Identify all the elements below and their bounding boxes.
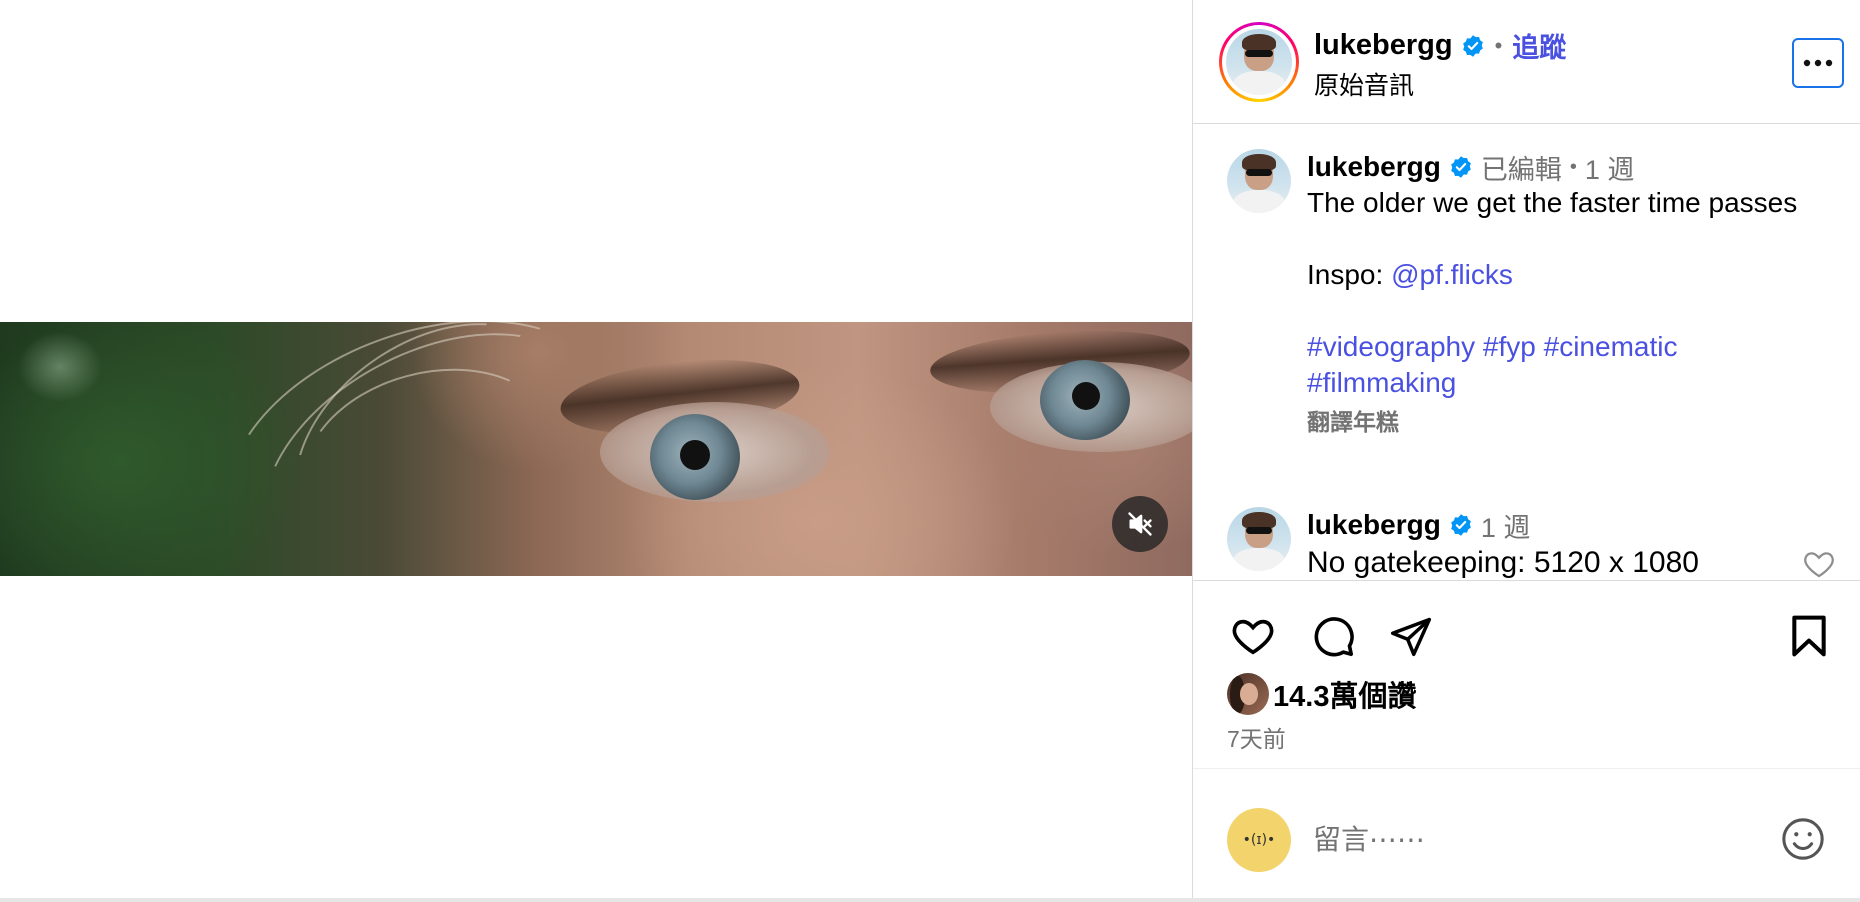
post-side-panel: lukebergg • 追蹤 原始音訊 lukebergg 已編輯 • 1 週 …: [1193, 0, 1860, 902]
hashtag-link[interactable]: #cinematic: [1544, 331, 1678, 362]
original-audio-link[interactable]: 原始音訊: [1314, 66, 1414, 102]
author-avatar-story-ring[interactable]: [1219, 22, 1299, 102]
comment-icon: [1314, 617, 1354, 657]
comment-author-avatar[interactable]: [1227, 507, 1291, 571]
translate-button[interactable]: 翻譯年糕: [1307, 403, 1827, 437]
window-bottom-edge: [0, 898, 1860, 902]
comment-composer: •(ɪ)•: [1193, 800, 1860, 880]
caption-text: The older we get the faster time passes …: [1307, 185, 1827, 401]
verified-badge-icon: [1450, 514, 1471, 536]
comment-button[interactable]: [1307, 610, 1359, 662]
speaker-muted-icon: [1128, 512, 1152, 536]
likes-row[interactable]: 14.3萬個讚: [1227, 673, 1416, 715]
hashtag-link[interactable]: #videography: [1307, 331, 1475, 362]
post-timestamp[interactable]: 7天前: [1227, 720, 1286, 754]
comment-input[interactable]: [1313, 816, 1743, 864]
caption-inspo-line: Inspo: @pf.flicks: [1307, 257, 1827, 293]
like-button[interactable]: [1227, 610, 1279, 662]
comment-age[interactable]: 1 週: [1481, 506, 1531, 545]
emoji-icon: [1782, 818, 1824, 860]
mute-toggle-button[interactable]: [1112, 496, 1168, 552]
caption-author-avatar[interactable]: [1227, 149, 1291, 213]
verified-badge-icon: [1462, 34, 1483, 57]
avatar: [1226, 29, 1292, 95]
comment-like-heart-icon[interactable]: [1801, 547, 1837, 580]
more-options-button[interactable]: [1792, 38, 1844, 88]
emoji-button[interactable]: [1778, 814, 1828, 864]
action-bar: [1193, 600, 1860, 670]
avatar: [1227, 149, 1291, 213]
hashtag-list: #videography #fyp #cinematic #filmmaking: [1307, 329, 1827, 401]
save-button[interactable]: [1783, 610, 1835, 662]
heart-icon: [1232, 619, 1274, 655]
inspo-prefix: Inspo:: [1307, 259, 1392, 290]
caption-line: The older we get the faster time passes: [1307, 187, 1798, 218]
share-button[interactable]: [1385, 610, 1437, 662]
likes-count[interactable]: 14.3萬個讚: [1273, 673, 1416, 715]
video-player[interactable]: [0, 322, 1192, 576]
bookmark-icon: [1792, 615, 1826, 657]
section-divider: [1193, 580, 1860, 581]
comment-author-username[interactable]: lukebergg: [1307, 509, 1441, 541]
video-pupil-right: [1072, 382, 1100, 410]
section-divider: [1193, 768, 1860, 769]
avatar: [1227, 673, 1269, 715]
comment-text: No gatekeeping: 5120 x 1080: [1307, 546, 1699, 579]
avatar: [1227, 507, 1291, 571]
hashtag-link[interactable]: #filmmaking: [1307, 367, 1456, 398]
comments-list[interactable]: lukebergg 已編輯 • 1 週 The older we get the…: [1193, 125, 1860, 580]
caption-author-username[interactable]: lukebergg: [1307, 151, 1441, 183]
separator-dot: •: [1494, 32, 1503, 58]
post-media: [0, 0, 1192, 902]
edited-label: 已編輯: [1480, 154, 1562, 185]
follow-button[interactable]: 追蹤: [1512, 26, 1566, 65]
more-options-icon: [1803, 59, 1833, 67]
author-username[interactable]: lukebergg: [1314, 29, 1453, 62]
avatar: •(ɪ)•: [1227, 808, 1291, 872]
hashtag-link[interactable]: #fyp: [1483, 331, 1536, 362]
post-header: lukebergg • 追蹤 原始音訊: [1193, 0, 1860, 124]
header-name-row: lukebergg • 追蹤: [1314, 26, 1566, 65]
share-icon: [1390, 617, 1432, 657]
verified-badge-icon: [1450, 156, 1471, 178]
caption-age[interactable]: 1 週: [1585, 148, 1635, 187]
separator-dot: •: [1569, 155, 1577, 178]
video-pupil-left: [680, 440, 710, 470]
mention-link[interactable]: @pf.flicks: [1391, 259, 1513, 290]
